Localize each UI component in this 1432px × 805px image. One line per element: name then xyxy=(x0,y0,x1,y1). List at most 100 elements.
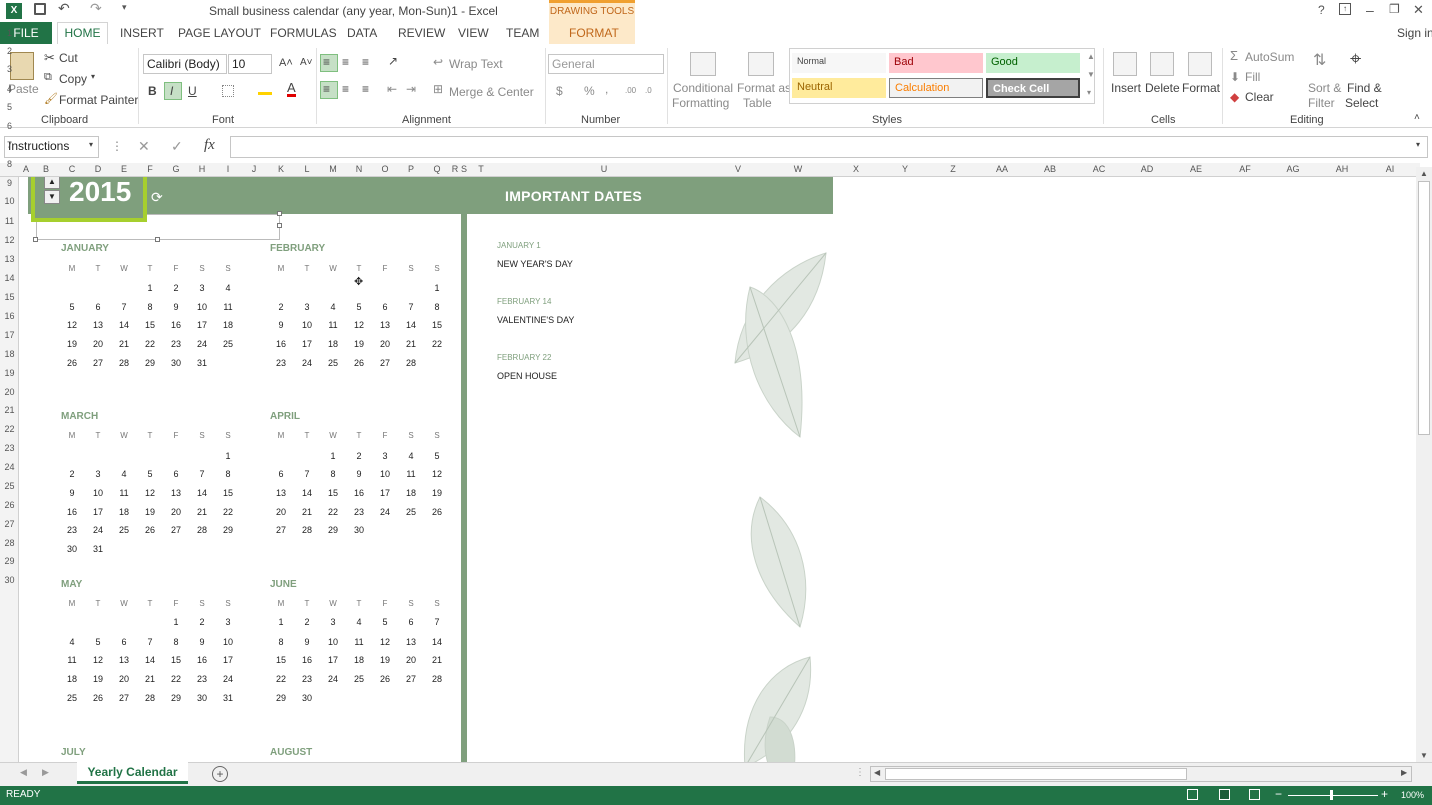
column-header-i[interactable]: I xyxy=(227,164,230,174)
calendar-day[interactable]: 14 xyxy=(302,488,312,498)
redo-icon[interactable]: ↷ xyxy=(90,0,102,17)
row-header-15[interactable]: 15 xyxy=(0,292,19,302)
column-header-ac[interactable]: AC xyxy=(1093,164,1106,174)
row-header-9[interactable]: 9 xyxy=(0,178,19,188)
delete-cells-button[interactable]: Delete xyxy=(1145,81,1180,95)
column-header-h[interactable]: H xyxy=(199,164,206,174)
calendar-day[interactable]: 7 xyxy=(434,617,439,627)
calendar-day[interactable]: 4 xyxy=(225,283,230,293)
row-header-6[interactable]: 6 xyxy=(0,121,19,131)
align-middle-icon[interactable]: ≡ xyxy=(342,55,349,69)
calendar-day[interactable]: 15 xyxy=(171,655,181,665)
formula-input[interactable] xyxy=(230,136,1428,158)
decrease-font-icon[interactable]: A˅ xyxy=(300,57,313,68)
row-header-16[interactable]: 16 xyxy=(0,311,19,321)
calendar-day[interactable]: 12 xyxy=(354,320,364,330)
column-header-s[interactable]: S xyxy=(461,164,467,174)
row-header-8[interactable]: 8 xyxy=(0,159,19,169)
calendar-day[interactable]: 18 xyxy=(354,655,364,665)
calendar-day[interactable]: 3 xyxy=(304,302,309,312)
calendar-day[interactable]: 3 xyxy=(95,469,100,479)
sheet-tab-yearly-calendar[interactable]: Yearly Calendar xyxy=(77,762,188,784)
column-header-ah[interactable]: AH xyxy=(1336,164,1349,174)
calendar-day[interactable]: 9 xyxy=(69,488,74,498)
zoom-in-button[interactable]: + xyxy=(1381,787,1388,801)
calendar-day[interactable]: 16 xyxy=(171,320,181,330)
tab-split-handle-icon[interactable]: ⋮ xyxy=(855,767,865,778)
row-header-25[interactable]: 25 xyxy=(0,481,19,491)
calendar-day[interactable]: 26 xyxy=(93,693,103,703)
prev-sheet-icon[interactable]: ◀ xyxy=(20,767,27,778)
row-header-23[interactable]: 23 xyxy=(0,443,19,453)
insert-function-button[interactable]: fx xyxy=(204,137,215,154)
increase-indent-icon[interactable]: ⇥ xyxy=(406,82,416,96)
row-header-27[interactable]: 27 xyxy=(0,519,19,529)
calendar-day[interactable]: 15 xyxy=(276,655,286,665)
enter-edit-button[interactable]: ✓ xyxy=(171,138,183,155)
calendar-day[interactable]: 19 xyxy=(93,674,103,684)
column-header-t[interactable]: T xyxy=(478,164,484,174)
calendar-day[interactable]: 2 xyxy=(173,283,178,293)
calendar-day[interactable]: 5 xyxy=(69,302,74,312)
row-header-4[interactable]: 4 xyxy=(0,84,19,94)
calendar-day[interactable]: 12 xyxy=(67,320,77,330)
calendar-day[interactable]: 7 xyxy=(121,302,126,312)
calendar-day[interactable]: 11 xyxy=(119,488,128,498)
column-header-v[interactable]: V xyxy=(735,164,741,174)
page-layout-view-icon[interactable] xyxy=(1219,789,1230,800)
calendar-day[interactable]: 10 xyxy=(302,320,312,330)
calendar-day[interactable]: 10 xyxy=(197,302,207,312)
calendar-day[interactable]: 4 xyxy=(69,637,74,647)
cut-button[interactable]: Cut xyxy=(59,51,78,65)
calendar-day[interactable]: 1 xyxy=(330,451,335,461)
merge-center-button[interactable]: Merge & Center xyxy=(449,85,534,99)
calendar-day[interactable]: 5 xyxy=(356,302,361,312)
calendar-day[interactable]: 24 xyxy=(380,507,390,517)
styles-scroll-up-icon[interactable]: ▲ xyxy=(1087,52,1095,61)
copy-dropdown-icon[interactable]: ▾ xyxy=(91,72,95,81)
align-center-icon[interactable]: ≡ xyxy=(342,82,349,96)
find-select-button[interactable]: Find & xyxy=(1347,81,1382,95)
calendar-day[interactable]: 13 xyxy=(171,488,181,498)
scroll-down-icon[interactable]: ▼ xyxy=(1420,751,1428,760)
calendar-day[interactable]: 5 xyxy=(434,451,439,461)
year-spinner-control[interactable]: ▲ ▼ 2015 xyxy=(31,177,147,222)
conditional-formatting-button-line2[interactable]: Formatting xyxy=(672,96,729,110)
calendar-day[interactable]: 20 xyxy=(276,507,286,517)
calendar-day[interactable]: 5 xyxy=(95,637,100,647)
calendar-day[interactable]: 18 xyxy=(67,674,77,684)
number-format-select[interactable]: General xyxy=(548,54,664,74)
calendar-day[interactable]: 1 xyxy=(173,617,178,627)
calendar-day[interactable]: 18 xyxy=(406,488,416,498)
column-header-m[interactable]: M xyxy=(329,164,337,174)
calendar-day[interactable]: 11 xyxy=(406,469,415,479)
font-name-select[interactable]: Calibri (Body) xyxy=(143,54,227,74)
column-header-ae[interactable]: AE xyxy=(1190,164,1202,174)
copy-button[interactable]: Copy xyxy=(59,72,87,86)
important-date-date[interactable]: JANUARY 1 xyxy=(497,241,541,250)
row-header-20[interactable]: 20 xyxy=(0,387,19,397)
calendar-day[interactable]: 31 xyxy=(93,544,103,554)
page-break-view-icon[interactable] xyxy=(1249,789,1260,800)
calendar-day[interactable]: 2 xyxy=(69,469,74,479)
calendar-day[interactable]: 7 xyxy=(147,637,152,647)
style-neutral[interactable]: Neutral xyxy=(792,78,886,98)
comma-button[interactable]: , xyxy=(605,82,608,96)
scroll-left-icon[interactable]: ◀ xyxy=(874,768,880,777)
calendar-day[interactable]: 14 xyxy=(119,320,129,330)
column-header-ag[interactable]: AG xyxy=(1286,164,1299,174)
row-header-5[interactable]: 5 xyxy=(0,102,19,112)
calendar-day[interactable]: 13 xyxy=(406,637,416,647)
column-header-c[interactable]: C xyxy=(69,164,76,174)
calendar-day[interactable]: 9 xyxy=(278,320,283,330)
align-left-icon[interactable]: ≡ xyxy=(323,82,330,96)
calendar-day[interactable]: 28 xyxy=(145,693,155,703)
zoom-out-button[interactable]: − xyxy=(1275,787,1282,801)
calendar-day[interactable]: 1 xyxy=(225,451,230,461)
calendar-day[interactable]: 17 xyxy=(197,320,207,330)
decrease-indent-icon[interactable]: ⇤ xyxy=(387,82,397,96)
calendar-day[interactable]: 8 xyxy=(173,637,178,647)
column-header-aa[interactable]: AA xyxy=(996,164,1008,174)
find-select-button-line2[interactable]: Select xyxy=(1345,96,1378,110)
calendar-day[interactable]: 28 xyxy=(119,358,129,368)
